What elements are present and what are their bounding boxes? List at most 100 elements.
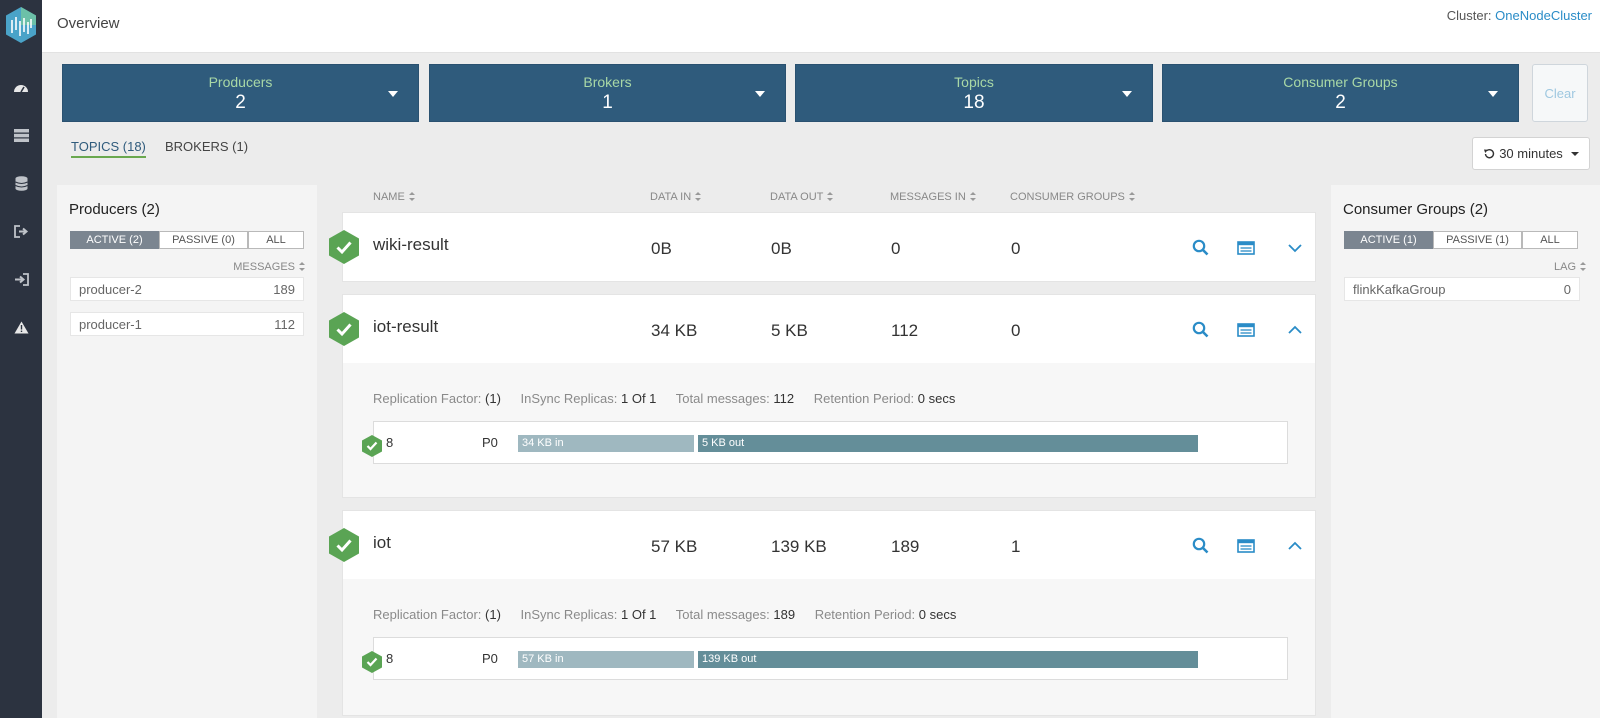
consumer-status-filter: ACTIVE (1) PASSIVE (1) ALL xyxy=(1344,231,1578,249)
tab-brokers[interactable]: BROKERS (1) xyxy=(165,139,248,154)
topic-messages-in: 189 xyxy=(891,537,920,556)
time-range-dropdown[interactable]: 30 minutes xyxy=(1472,137,1590,170)
producer-messages: 189 xyxy=(273,281,295,297)
insync-value: 1 Of 1 xyxy=(620,391,657,406)
column-header-data-out[interactable]: DATA OUT xyxy=(770,191,834,203)
topic-data-icon[interactable] xyxy=(1236,238,1256,258)
column-header-messages-in[interactable]: MESSAGES IN xyxy=(890,191,976,203)
column-label: DATA OUT xyxy=(770,191,824,203)
stat-label: Consumer Groups xyxy=(1283,74,1398,90)
topic-details: Replication Factor: (1) InSync Replicas:… xyxy=(343,363,1315,497)
messages-sort-header[interactable]: MESSAGES xyxy=(233,261,305,273)
caret-down-icon xyxy=(1488,91,1498,97)
top-bar: Overview Cluster: OneNodeCluster xyxy=(42,0,1600,53)
topic-meta: Replication Factor: (1) InSync Replicas:… xyxy=(373,607,956,622)
side-nav xyxy=(0,0,42,718)
column-header-data-in[interactable]: DATA IN xyxy=(650,191,702,203)
partition-ok-icon xyxy=(362,651,382,673)
topic-row: wiki-result 0B 0B 0 0 xyxy=(342,212,1316,282)
lag-sort-header[interactable]: LAG xyxy=(1554,261,1586,273)
producers-stat-filter[interactable]: Producers 2 xyxy=(62,64,419,122)
topic-data-out: 0B xyxy=(771,239,792,258)
brokers-list-icon[interactable] xyxy=(11,125,31,145)
producers-panel: Producers (2) ACTIVE (2) PASSIVE (0) ALL… xyxy=(57,185,317,718)
producer-name: producer-2 xyxy=(79,281,142,297)
stat-value: 2 xyxy=(235,92,246,113)
total-messages-value: 112 xyxy=(773,391,795,406)
topic-data-in: 0B xyxy=(651,239,672,258)
consumer-group-lag: 0 xyxy=(1563,281,1571,297)
filter-all[interactable]: ALL xyxy=(1522,231,1578,249)
sort-icon xyxy=(827,192,834,201)
status-ok-icon xyxy=(329,312,359,346)
filter-passive[interactable]: PASSIVE (0) xyxy=(159,231,248,249)
list-item[interactable]: producer-1 112 xyxy=(70,312,304,336)
topic-data-icon[interactable] xyxy=(1236,536,1256,556)
stat-label: Topics xyxy=(954,74,994,90)
insync-label: InSync Replicas: xyxy=(520,607,618,622)
topic-data-out: 5 KB xyxy=(771,321,808,340)
sign-in-icon[interactable] xyxy=(11,269,31,289)
topic-name: iot xyxy=(373,533,391,552)
stat-label: Producers xyxy=(208,74,273,90)
consumer-groups-stat-filter[interactable]: Consumer Groups 2 xyxy=(1162,64,1519,122)
topic-row-header[interactable]: iot-result 34 KB 5 KB 112 0 xyxy=(343,295,1315,363)
filter-passive[interactable]: PASSIVE (1) xyxy=(1433,231,1522,249)
chevron-up-icon[interactable] xyxy=(1285,536,1305,556)
retention-label: Retention Period: xyxy=(813,391,915,406)
topic-row-header[interactable]: iot 57 KB 139 KB 189 1 xyxy=(343,511,1315,579)
app-logo-icon[interactable] xyxy=(4,6,38,44)
chevron-down-icon[interactable] xyxy=(1285,238,1305,258)
partition-row[interactable]: 8 P0 57 KB in 139 KB out xyxy=(373,637,1288,680)
column-header-name[interactable]: NAME xyxy=(373,191,415,203)
time-range-label: 30 minutes xyxy=(1499,146,1563,161)
caret-down-icon xyxy=(1570,151,1579,156)
filter-active[interactable]: ACTIVE (1) xyxy=(1344,231,1433,249)
partition-out-bar: 5 KB out xyxy=(698,435,1198,452)
consumer-group-name: flinkKafkaGroup xyxy=(1353,281,1446,297)
replication-label: Replication Factor: xyxy=(373,607,482,622)
stat-value: 18 xyxy=(963,92,985,113)
column-label: NAME xyxy=(373,191,405,203)
cluster-label: Cluster: xyxy=(1446,8,1492,23)
sign-out-icon[interactable] xyxy=(11,221,31,241)
stat-value: 2 xyxy=(1335,92,1346,113)
sort-icon xyxy=(299,262,305,271)
alert-icon[interactable] xyxy=(11,317,31,337)
search-icon[interactable] xyxy=(1191,320,1211,340)
consumer-groups-panel: Consumer Groups (2) ACTIVE (1) PASSIVE (… xyxy=(1331,185,1600,718)
filter-active[interactable]: ACTIVE (2) xyxy=(70,231,159,249)
list-item[interactable]: producer-2 189 xyxy=(70,277,304,301)
list-item[interactable]: flinkKafkaGroup 0 xyxy=(1344,277,1580,301)
partition-ok-icon xyxy=(362,435,382,457)
column-label: MESSAGES IN xyxy=(890,191,966,203)
cluster-name-link[interactable]: OneNodeCluster xyxy=(1495,8,1592,23)
partition-in-bar: 57 KB in xyxy=(518,651,694,668)
producer-name: producer-1 xyxy=(79,316,142,332)
history-icon xyxy=(1484,148,1495,158)
chevron-up-icon[interactable] xyxy=(1285,320,1305,340)
sort-icon xyxy=(969,192,976,201)
stat-label: Brokers xyxy=(583,74,632,90)
column-header-consumer-groups[interactable]: CONSUMER GROUPS xyxy=(1010,191,1135,203)
dashboard-icon[interactable] xyxy=(11,78,31,98)
topic-data-out: 139 KB xyxy=(771,537,827,556)
retention-value: 0 secs xyxy=(917,391,956,406)
topic-row-header[interactable]: wiki-result 0B 0B 0 0 xyxy=(343,213,1315,281)
topic-data-icon[interactable] xyxy=(1236,320,1256,340)
filter-all[interactable]: ALL xyxy=(248,231,304,249)
topic-row: iot 57 KB 139 KB 189 1 Replication Facto… xyxy=(342,510,1316,716)
replication-value: (1) xyxy=(485,391,501,406)
sort-icon xyxy=(408,192,415,201)
brokers-stat-filter[interactable]: Brokers 1 xyxy=(429,64,786,122)
search-icon[interactable] xyxy=(1191,536,1211,556)
cluster-indicator: Cluster: OneNodeCluster xyxy=(1447,8,1592,23)
replication-label: Replication Factor: xyxy=(373,391,482,406)
partition-row[interactable]: 8 P0 34 KB in 5 KB out xyxy=(373,421,1288,464)
topics-stat-filter[interactable]: Topics 18 xyxy=(795,64,1153,122)
database-icon[interactable] xyxy=(11,173,31,193)
tab-topics[interactable]: TOPICS (18) xyxy=(71,139,146,158)
total-messages-label: Total messages: xyxy=(675,391,770,406)
search-icon[interactable] xyxy=(1191,238,1211,258)
clear-button[interactable]: Clear xyxy=(1532,64,1588,122)
